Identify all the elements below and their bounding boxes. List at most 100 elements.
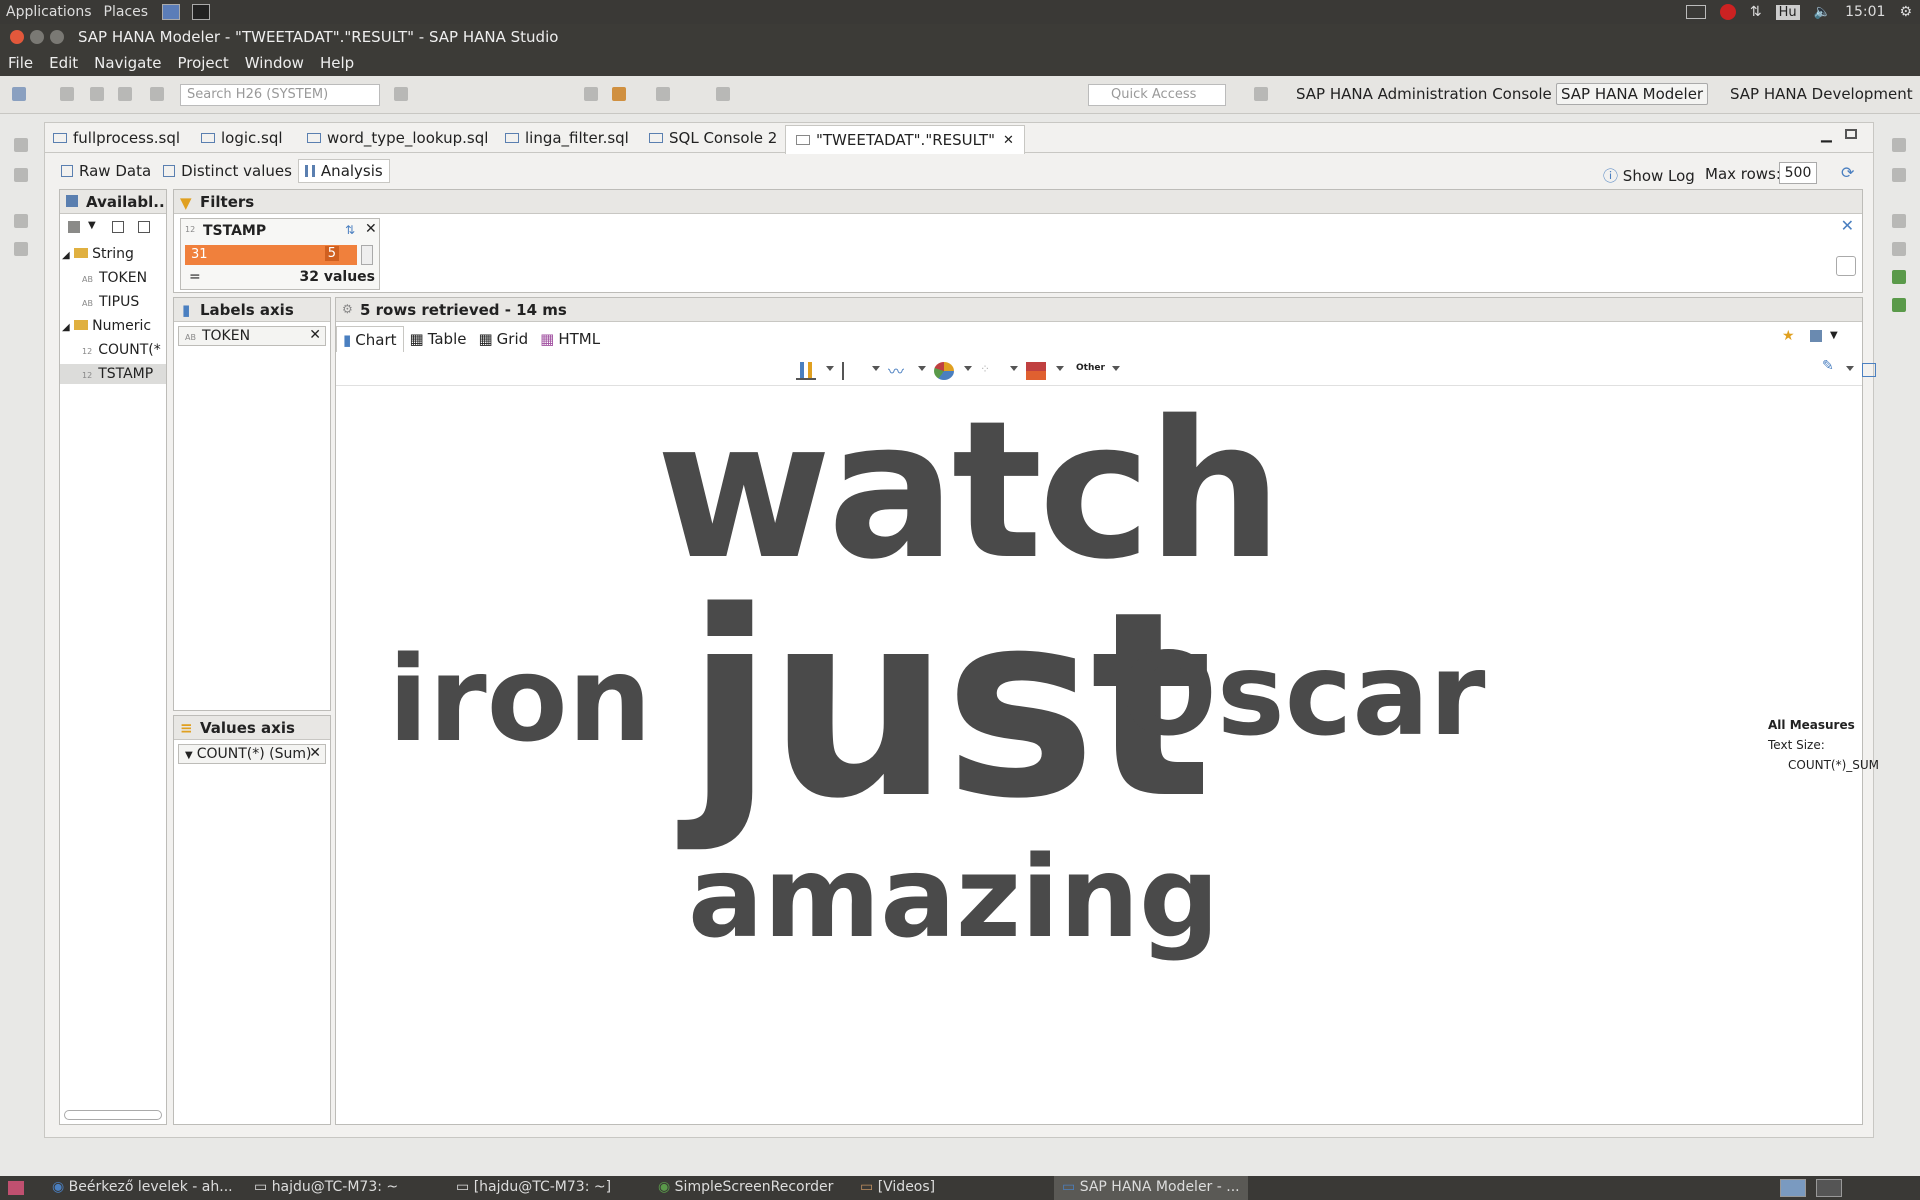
keyboard-layout-indicator[interactable]: Hu bbox=[1775, 4, 1800, 20]
task-screen-recorder[interactable]: ◉ SimpleScreenRecorder bbox=[658, 1179, 833, 1195]
close-tab-icon[interactable]: ✕ bbox=[1003, 133, 1014, 148]
restore-view-icon-2[interactable] bbox=[14, 214, 28, 228]
favorite-icon[interactable]: ★ bbox=[1782, 328, 1795, 344]
other-chart-dropdown-icon[interactable] bbox=[1112, 366, 1120, 371]
chart-settings-dropdown-icon[interactable] bbox=[1846, 366, 1854, 371]
save-chart-icon[interactable] bbox=[1810, 330, 1822, 342]
search-system-input[interactable]: Search H26 (SYSTEM) bbox=[180, 84, 380, 106]
close-window-button[interactable] bbox=[10, 30, 24, 44]
export-icon[interactable] bbox=[1892, 270, 1906, 284]
column-chart-icon[interactable] bbox=[796, 362, 816, 380]
heatmap-chart-dropdown-icon[interactable] bbox=[1056, 366, 1064, 371]
expand-all-icon[interactable] bbox=[112, 221, 124, 233]
max-rows-spinner[interactable]: 500 bbox=[1779, 162, 1817, 184]
filter-range-slider[interactable]: 31 5 bbox=[185, 245, 357, 265]
minimize-window-button[interactable] bbox=[30, 30, 44, 44]
search-go-icon[interactable] bbox=[394, 87, 408, 101]
tree-item-token[interactable]: AB TOKEN bbox=[82, 270, 147, 286]
job-log-icon[interactable] bbox=[1892, 242, 1906, 256]
menu-window[interactable]: Window bbox=[237, 54, 312, 72]
tree-item-tipus[interactable]: AB TIPUS bbox=[82, 294, 139, 310]
tab-analysis[interactable]: Analysis bbox=[297, 159, 390, 183]
task-videos[interactable]: ▭ [Videos] bbox=[860, 1179, 935, 1195]
menu-help[interactable]: Help bbox=[312, 54, 362, 72]
tab-table[interactable]: ▦ Table bbox=[404, 326, 473, 352]
tree-group-string[interactable]: ◢ String bbox=[62, 246, 134, 262]
other-chart-types-button[interactable]: Other bbox=[1076, 363, 1105, 373]
open-perspective-icon[interactable] bbox=[1254, 87, 1268, 101]
task-sap-hana-modeler[interactable]: ▭ SAP HANA Modeler - ... bbox=[1054, 1176, 1248, 1200]
tab-grid[interactable]: ▦ Grid bbox=[472, 326, 534, 352]
tab-distinct-values[interactable]: Distinct values bbox=[157, 159, 298, 183]
range-end-handle[interactable]: 5 bbox=[324, 246, 339, 261]
applications-menu[interactable]: Applications bbox=[0, 4, 98, 20]
menu-edit[interactable]: Edit bbox=[41, 54, 86, 72]
dropdown-arrow-icon[interactable]: ▼ bbox=[88, 220, 96, 231]
task-terminal-2[interactable]: ▭ [hajdu@TC-M73: ~] bbox=[456, 1179, 611, 1195]
labels-axis-item-token[interactable]: AB TOKEN ✕ bbox=[178, 326, 326, 346]
column-chart-dropdown-icon[interactable] bbox=[826, 366, 834, 371]
tab-word-type-lookup-sql[interactable]: word_type_lookup.sql bbox=[307, 129, 488, 147]
bar-chart-icon[interactable] bbox=[842, 362, 862, 380]
back-history-icon[interactable] bbox=[612, 87, 626, 101]
maximize-editor-icon[interactable] bbox=[1845, 129, 1857, 139]
remove-filter-icon[interactable]: ✕ bbox=[365, 221, 377, 237]
tab-chart[interactable]: ▮ Chart bbox=[336, 326, 404, 352]
pie-chart-icon[interactable] bbox=[934, 362, 954, 380]
tree-item-tstamp[interactable]: 12 TSTAMP bbox=[60, 364, 166, 384]
perspective-modeler[interactable]: SAP HANA Modeler bbox=[1556, 83, 1709, 105]
workspace-switcher-2[interactable] bbox=[1816, 1179, 1842, 1197]
maximize-window-button[interactable] bbox=[50, 30, 64, 44]
tab-sql-console-2[interactable]: SQL Console 2 bbox=[649, 129, 777, 147]
terminal-icon[interactable] bbox=[192, 4, 211, 20]
outline-view-icon[interactable] bbox=[1892, 168, 1906, 182]
task-terminal-1[interactable]: ▭ hajdu@TC-M73: ~ bbox=[254, 1179, 398, 1195]
restore-view-icon-right-2[interactable] bbox=[1892, 214, 1906, 228]
line-chart-dropdown-icon[interactable] bbox=[918, 366, 926, 371]
close-filters-icon[interactable]: ✕ bbox=[1841, 216, 1854, 235]
bar-chart-dropdown-icon[interactable] bbox=[872, 366, 880, 371]
pie-chart-dropdown-icon[interactable] bbox=[964, 366, 972, 371]
tab-linga-filter-sql[interactable]: linga_filter.sql bbox=[505, 129, 629, 147]
values-axis-item-count[interactable]: ▼ COUNT(*) (Sum) ✕ bbox=[178, 744, 326, 764]
launcher-icon[interactable] bbox=[162, 4, 181, 20]
perspective-administration-console[interactable]: SAP HANA Administration Console bbox=[1296, 85, 1552, 103]
aggregation-dropdown-icon[interactable]: ▼ bbox=[185, 750, 193, 761]
add-icon[interactable] bbox=[68, 221, 80, 233]
restore-view-icon[interactable] bbox=[14, 138, 28, 152]
connection-icon[interactable] bbox=[150, 87, 164, 101]
deploy-icon[interactable] bbox=[1892, 298, 1906, 312]
chart-settings-icon[interactable]: ✎ bbox=[1822, 358, 1842, 376]
refresh-icon[interactable]: ⟳ bbox=[1841, 163, 1854, 182]
settings-gear-icon[interactable]: ⚙ bbox=[1899, 4, 1912, 20]
properties-view-icon[interactable] bbox=[14, 242, 28, 256]
range-spinner[interactable] bbox=[361, 245, 373, 265]
heatmap-chart-icon[interactable] bbox=[1026, 362, 1046, 380]
quick-access-input[interactable]: Quick Access bbox=[1088, 84, 1226, 106]
task-mail[interactable]: ◉ Beérkező levelek - ah... bbox=[52, 1179, 233, 1195]
horizontal-scrollbar[interactable] bbox=[64, 1110, 162, 1120]
perspective-development[interactable]: SAP HANA Development bbox=[1730, 85, 1913, 103]
tab-raw-data[interactable]: Raw Data bbox=[55, 159, 157, 183]
expand-arrow-icon[interactable]: ◢ bbox=[62, 250, 70, 261]
tab-fullprocess-sql[interactable]: fullprocess.sql bbox=[53, 129, 180, 147]
filter-sort-icon[interactable]: ⇅ bbox=[345, 223, 355, 237]
save-icon[interactable] bbox=[60, 87, 74, 101]
network-icon[interactable]: ⇅ bbox=[1750, 4, 1762, 20]
clock[interactable]: 15:01 bbox=[1845, 4, 1885, 20]
filter-options-icon[interactable] bbox=[1836, 256, 1856, 276]
expand-arrow-icon[interactable]: ◢ bbox=[62, 322, 70, 333]
window-list-icon[interactable] bbox=[1685, 5, 1706, 19]
workspace-switcher-1[interactable] bbox=[1780, 1179, 1806, 1197]
menu-file[interactable]: File bbox=[0, 54, 41, 72]
back-icon[interactable] bbox=[584, 87, 598, 101]
line-chart-icon[interactable]: 〰 bbox=[888, 358, 908, 381]
print-icon[interactable] bbox=[118, 87, 132, 101]
remove-label-icon[interactable]: ✕ bbox=[309, 327, 321, 343]
remove-value-icon[interactable]: ✕ bbox=[309, 745, 321, 761]
places-menu[interactable]: Places bbox=[98, 4, 155, 20]
tree-group-numeric[interactable]: ◢ Numeric bbox=[62, 318, 151, 334]
show-desktop-icon[interactable] bbox=[8, 1181, 24, 1195]
menu-project[interactable]: Project bbox=[169, 54, 236, 72]
scatter-chart-dropdown-icon[interactable] bbox=[1010, 366, 1018, 371]
